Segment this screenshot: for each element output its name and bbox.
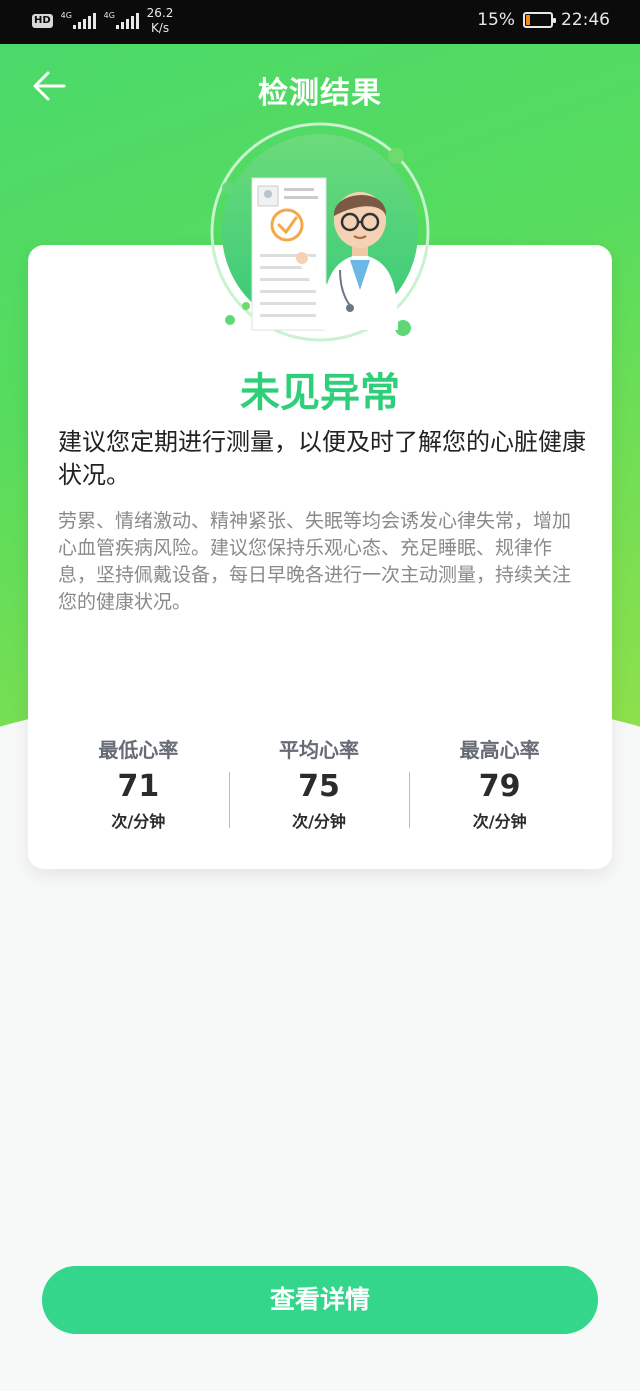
- stat-max-heart-rate: 最高心率 79 次/分钟: [409, 730, 590, 840]
- heart-rate-stats: 最低心率 71 次/分钟 平均心率 75 次/分钟 最高心率 79 次/分钟: [48, 730, 590, 840]
- stat-label: 最低心率: [98, 738, 179, 762]
- detail-text: 劳累、情绪激动、精神紧张、失眠等均会诱发心律失常，增加心血管疾病风险。建议您保持…: [58, 510, 572, 613]
- stat-unit: 次/分钟: [292, 812, 346, 831]
- page-title: 检测结果: [258, 76, 382, 111]
- signal-tag: 4G: [103, 11, 115, 20]
- stat-value: 75: [298, 769, 340, 804]
- hd-badge: HD: [32, 14, 53, 28]
- signal-tag: 4G: [60, 11, 72, 20]
- stat-avg-heart-rate: 平均心率 75 次/分钟: [228, 730, 410, 840]
- signal-icon: 4G: [60, 11, 96, 29]
- stat-unit: 次/分钟: [111, 812, 166, 831]
- stat-min-heart-rate: 最低心率 71 次/分钟: [48, 730, 229, 840]
- stat-unit: 次/分钟: [472, 812, 527, 831]
- status-bar: HD 4G 4G 26.2 K/s 15% 22:46: [0, 0, 640, 44]
- network-speed-unit: K/s: [150, 21, 170, 35]
- network-speed: 26.2 K/s: [147, 6, 174, 36]
- stat-value: 71: [117, 769, 160, 804]
- stat-label: 平均心率: [279, 738, 359, 762]
- view-details-button[interactable]: 查看详情: [42, 1266, 598, 1334]
- battery-percent: 15%: [477, 10, 515, 30]
- result-title: 未见异常: [240, 370, 400, 416]
- stat-label: 最高心率: [459, 738, 540, 762]
- clock: 22:46: [561, 10, 610, 30]
- status-right: 15% 22:46: [477, 10, 610, 30]
- doctor-illustration: [210, 122, 430, 342]
- status-left: HD 4G 4G 26.2 K/s: [32, 6, 173, 36]
- stat-value: 79: [478, 769, 521, 804]
- network-speed-value: 26.2: [146, 6, 174, 20]
- advice-text: 建议您定期进行测量，以便及时了解您的心脏健康状况。: [58, 428, 586, 489]
- battery-icon: [523, 12, 556, 28]
- signal-icon: 4G: [103, 11, 139, 29]
